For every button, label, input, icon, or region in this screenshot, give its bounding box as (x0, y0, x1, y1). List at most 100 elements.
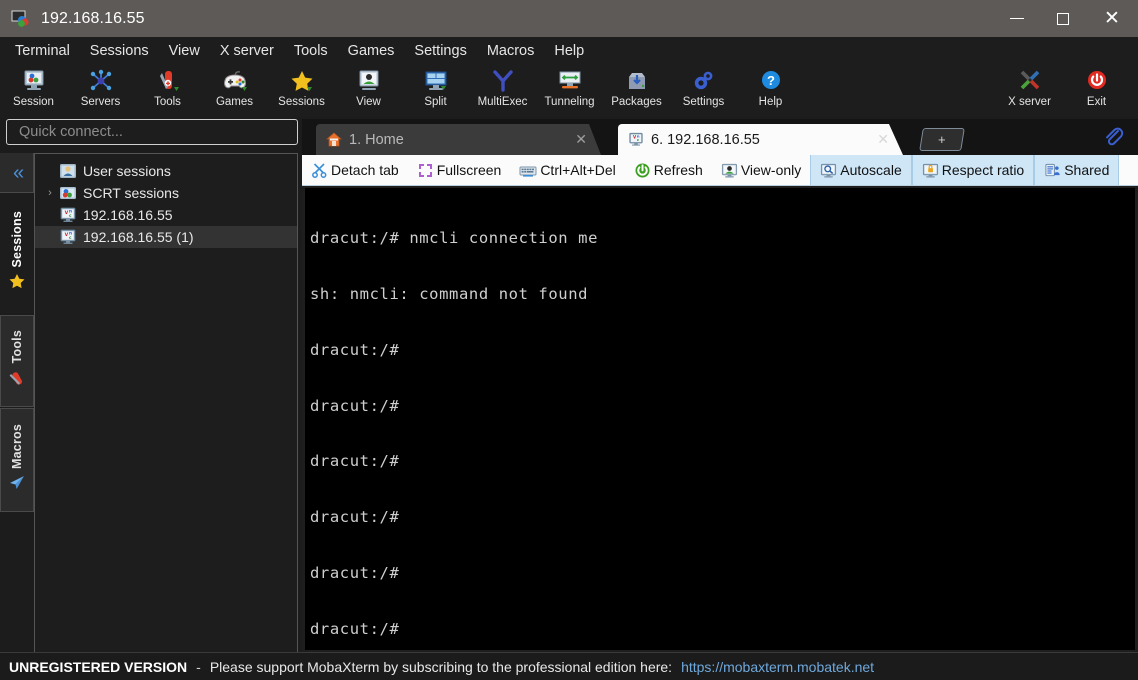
toolbar-tunneling-button[interactable]: Tunneling (536, 64, 603, 116)
exit-power-icon (1084, 67, 1110, 94)
toolbar-split-button[interactable]: Split (402, 64, 469, 116)
toolbar-help-label: Help (758, 96, 783, 108)
vnc-session-icon: V n c (59, 229, 77, 245)
tab-home-close-icon[interactable]: ✕ (575, 131, 591, 148)
menu-terminal[interactable]: Terminal (6, 40, 79, 62)
toolbar-packages-label: Packages (611, 96, 662, 108)
menu-sessions[interactable]: Sessions (81, 40, 158, 62)
tab-active-close-icon[interactable]: ✕ (877, 131, 893, 148)
refresh-icon (634, 162, 651, 179)
detach-tab-label: Detach tab (331, 162, 399, 178)
tree-label: SCRT sessions (83, 185, 179, 201)
terminal-line: dracut:/# (310, 452, 400, 471)
tree-label: 192.168.16.55 (1) (83, 229, 194, 245)
quick-connect-input[interactable]: Quick connect... (6, 119, 298, 145)
menu-help[interactable]: Help (545, 40, 593, 62)
status-dash: - (196, 658, 201, 675)
tree-row-scrt-sessions[interactable]: › SCRT sessions (35, 182, 297, 204)
autoscale-button[interactable]: Autoscale (810, 155, 912, 185)
session-tree-panel: User sessions › SCRT sessions V n c 192.… (34, 153, 298, 653)
svg-text:V: V (65, 232, 69, 238)
terminal-line: dracut:/# (310, 396, 400, 415)
sidebar-tab-macros[interactable]: Macros (0, 408, 34, 512)
toolbar-x-server-button[interactable]: X server (996, 64, 1063, 116)
fullscreen-button[interactable]: Fullscreen (408, 155, 511, 185)
unregistered-version-label: UNREGISTERED VERSION (9, 658, 188, 675)
new-tab-button[interactable]: + (919, 128, 965, 151)
minimize-button[interactable] (994, 0, 1040, 37)
settings-gear-icon (691, 67, 717, 94)
toolbar-view-label: View (356, 96, 381, 108)
toolbar-tools-button[interactable]: Tools (134, 64, 201, 116)
menu-tools[interactable]: Tools (285, 40, 337, 62)
shared-button[interactable]: Shared (1034, 155, 1120, 185)
toolbar-packages-button[interactable]: Packages (603, 64, 670, 116)
menu-settings[interactable]: Settings (405, 40, 475, 62)
chevron-left-double-icon: « (12, 161, 24, 184)
sidebar-tab-macros-label: Macros (10, 423, 24, 469)
svg-text:V: V (65, 210, 69, 216)
toolbar-sessions-button[interactable]: Sessions (268, 64, 335, 116)
svg-text:c: c (637, 138, 639, 142)
toolbar-games-button[interactable]: Games (201, 64, 268, 116)
tab-home[interactable]: 1. Home ✕ (316, 124, 601, 155)
tree-row-user-sessions[interactable]: User sessions (35, 160, 297, 182)
view-only-button[interactable]: View-only (712, 155, 810, 185)
tools-icon (155, 67, 181, 94)
toolbar-servers-label: Servers (80, 96, 121, 108)
paperclip-icon[interactable] (1102, 126, 1124, 153)
chevron-right-icon: › (48, 187, 52, 199)
sidebar-tab-tools[interactable]: Tools (0, 315, 34, 407)
toolbar-view-button[interactable]: View (335, 64, 402, 116)
session-icon (21, 67, 47, 94)
view-only-label: View-only (740, 162, 802, 178)
tree-row-session-1[interactable]: V n c 192.168.16.55 (35, 204, 297, 226)
close-button[interactable]: ✕ (1086, 0, 1138, 37)
tree-row-session-2-selected[interactable]: V n c 192.168.16.55 (1) (35, 226, 297, 248)
maximize-button[interactable] (1040, 0, 1086, 37)
toolbar-session-button[interactable]: Session (0, 64, 67, 116)
maximize-icon (1057, 12, 1069, 25)
tree-expand-arrow[interactable]: › (41, 187, 59, 199)
menu-macros[interactable]: Macros (478, 40, 544, 62)
terminal-output[interactable]: dracut:/# nmcli connection me sh: nmcli:… (305, 188, 1135, 650)
menu-bar: Terminal Sessions View X server Tools Ga… (0, 37, 1138, 64)
toolbar-servers-button[interactable]: Servers (67, 64, 134, 116)
detach-tab-button[interactable]: Detach tab (302, 155, 408, 185)
collapse-panel-button[interactable]: « (0, 153, 34, 193)
terminal-line: dracut:/# (310, 508, 400, 527)
mobaxterm-website-link[interactable]: https://mobaxterm.mobatek.net (681, 659, 874, 675)
menu-x-server[interactable]: X server (211, 40, 283, 62)
toolbar-exit-label: Exit (1086, 96, 1107, 108)
ctrl-alt-del-button[interactable]: Ctrl+Alt+Del (510, 155, 624, 185)
tree-label: User sessions (83, 163, 171, 179)
toolbar-multiexec-button[interactable]: MultiExec (469, 64, 536, 116)
keyboard-icon (519, 162, 537, 179)
toolbar-help-button[interactable]: ? Help (737, 64, 804, 116)
tab-home-label: 1. Home (349, 131, 404, 148)
tab-vnc-session-active[interactable]: V n c 6. 192.168.16.55 ✕ (618, 124, 903, 155)
toolbar-settings-button[interactable]: Settings (670, 64, 737, 116)
toolbar-x-server-label: X server (1008, 96, 1051, 108)
tab-active-label: 6. 192.168.16.55 (651, 131, 760, 148)
respect-ratio-button[interactable]: Respect ratio (911, 155, 1035, 185)
sessions-star-icon (289, 67, 315, 94)
view-only-icon (721, 162, 738, 179)
window-title: 192.168.16.55 (41, 9, 145, 27)
vnc-toolbar: Detach tab Fullscreen Ctrl+Alt+Del Refre… (302, 155, 1138, 186)
refresh-button[interactable]: Refresh (625, 155, 712, 185)
menu-view[interactable]: View (160, 40, 209, 62)
star-icon (8, 273, 26, 295)
shared-label: Shared (1064, 162, 1110, 178)
toolbar-exit-button[interactable]: Exit (1063, 64, 1130, 116)
sidebar-tab-sessions[interactable]: Sessions (0, 193, 34, 313)
split-icon (423, 67, 449, 94)
menu-games[interactable]: Games (339, 40, 404, 62)
packages-icon (624, 67, 650, 94)
scrt-folder-icon (59, 185, 77, 201)
swiss-knife-icon (8, 370, 26, 392)
toolbar-settings-label: Settings (682, 96, 725, 108)
sidebar-tab-tools-label: Tools (10, 330, 24, 364)
multiexec-icon (490, 67, 516, 94)
respect-ratio-icon (922, 162, 939, 179)
